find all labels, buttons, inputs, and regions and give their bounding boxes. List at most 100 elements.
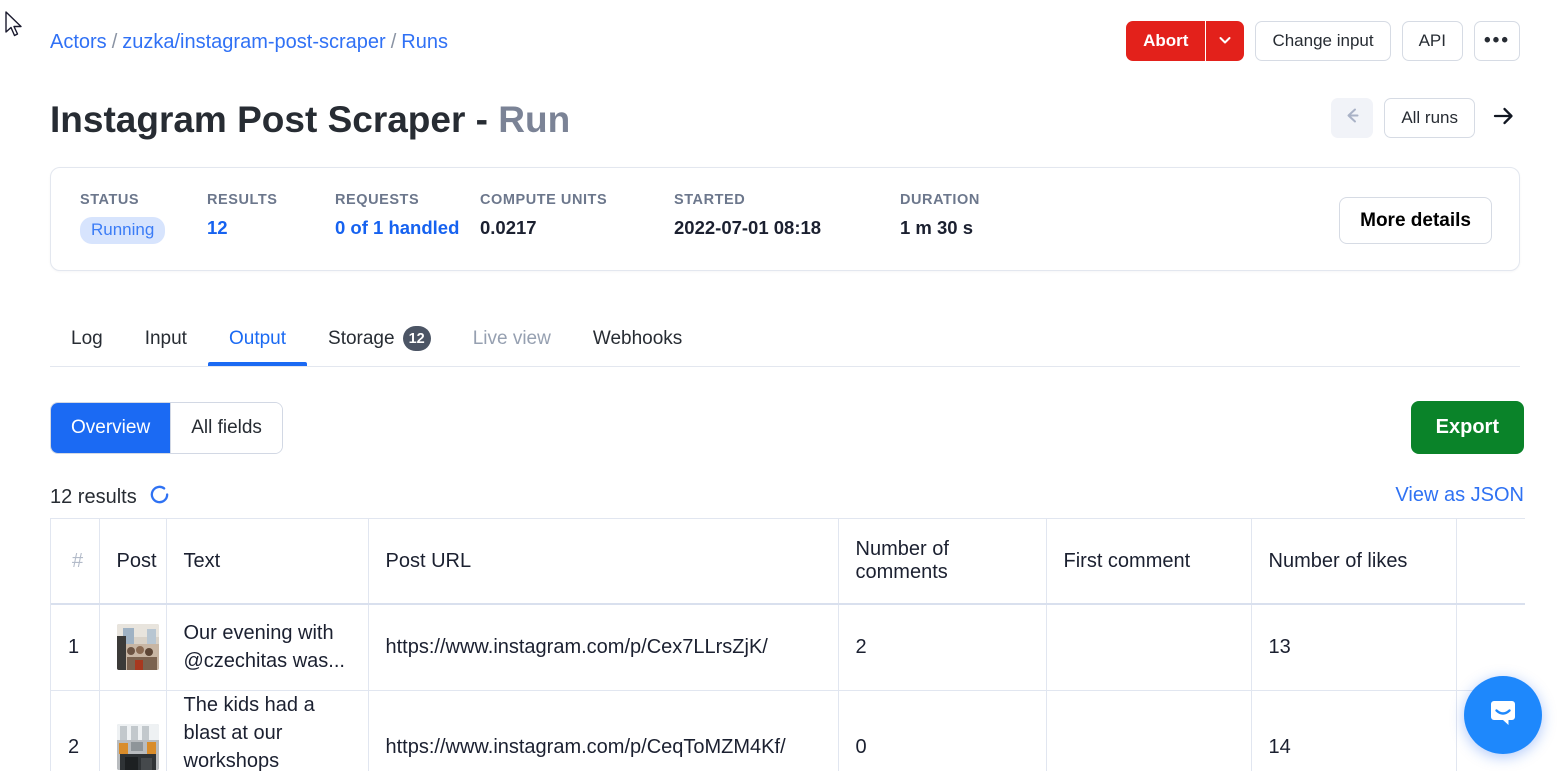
tab-live-view-label: Live view xyxy=(472,327,551,349)
tab-live-view[interactable]: Live view xyxy=(452,312,572,365)
all-runs-button[interactable]: All runs xyxy=(1384,98,1475,138)
stat-compute-units-value: 0.0217 xyxy=(480,217,537,238)
row-post-thumbnail-cell xyxy=(99,604,167,691)
results-count-row: 12 results xyxy=(50,483,171,512)
row-first-comment xyxy=(1046,690,1252,771)
row-number-of-likes: 13 xyxy=(1251,604,1457,691)
stat-duration-label: DURATION xyxy=(900,192,980,208)
abort-button[interactable]: Abort xyxy=(1126,21,1206,61)
results-table: # Post Text Post URL Number of comments … xyxy=(51,519,1525,771)
mouse-cursor xyxy=(4,10,26,45)
export-button[interactable]: Export xyxy=(1410,401,1524,454)
tab-input[interactable]: Input xyxy=(124,312,208,365)
instagram-photo-thumbnail xyxy=(116,723,159,770)
tab-webhooks-label: Webhooks xyxy=(592,327,683,349)
page-title-suffix: Run xyxy=(498,99,571,140)
tab-storage-count-badge: 12 xyxy=(402,326,431,351)
row-number-of-comments: 2 xyxy=(838,604,1047,691)
stat-results-label: RESULTS xyxy=(207,192,278,208)
api-button[interactable]: API xyxy=(1401,21,1463,61)
arrow-right-icon xyxy=(1491,104,1515,133)
stat-results-value[interactable]: 12 xyxy=(207,217,335,239)
row-text: The kids had a blast at our workshops ye… xyxy=(166,690,369,771)
change-input-button[interactable]: Change input xyxy=(1255,21,1391,61)
column-header-text: Text xyxy=(166,519,369,605)
tab-output-label: Output xyxy=(228,327,287,349)
row-index: 2 xyxy=(51,690,100,771)
view-as-json-link[interactable]: View as JSON xyxy=(1395,484,1524,507)
stat-requests-label: REQUESTS xyxy=(335,192,420,208)
stat-duration: DURATION 1 m 30 s xyxy=(900,192,1040,244)
results-table-body: 1 Our evening with @czechitas was... htt… xyxy=(51,604,1525,771)
arrow-left-icon xyxy=(1342,105,1363,131)
stat-duration-value: 1 m 30 s xyxy=(900,217,974,238)
page-title: Instagram Post Scraper - Run xyxy=(50,96,570,144)
row-number-of-comments: 0 xyxy=(838,690,1047,771)
breadcrumb-actor[interactable]: zuzka/instagram-post-scraper xyxy=(122,31,385,53)
column-header-first-comment: First comment xyxy=(1046,519,1252,605)
stat-status-value: Running xyxy=(80,217,207,244)
column-header-number-of-comments: Number of comments xyxy=(838,519,1047,605)
column-header-post: Post xyxy=(99,519,167,605)
top-bar: Actors / zuzka/instagram-post-scraper / Runs… xyxy=(0,0,1565,80)
row-first-comment xyxy=(1046,604,1252,691)
column-header-index: # xyxy=(51,519,100,605)
row-text: Our evening with @czechitas was... xyxy=(166,604,369,691)
previous-run-button[interactable] xyxy=(1331,98,1374,138)
run-detail-page: Actors / zuzka/instagram-post-scraper / Runs… xyxy=(0,0,1565,771)
breadcrumb: Actors / zuzka/instagram-post-scraper / Runs xyxy=(50,28,448,56)
view-mode-overview[interactable]: Overview xyxy=(51,403,171,453)
tab-webhooks[interactable]: Webhooks xyxy=(572,312,703,365)
view-mode-all-fields[interactable]: All fields xyxy=(170,403,282,453)
tab-storage-label: Storage xyxy=(328,327,395,349)
results-table-container[interactable]: # Post Text Post URL Number of comments … xyxy=(50,518,1525,771)
row-post-url: https://www.instagram.com/p/CeqToMZM4Kf/ xyxy=(368,690,839,771)
more-options-button[interactable]: ••• xyxy=(1474,21,1520,61)
stat-status: STATUS Running xyxy=(80,192,207,244)
status-badge: Running xyxy=(80,217,166,244)
breadcrumb-runs[interactable]: Runs xyxy=(401,31,448,53)
more-details-button[interactable]: More details xyxy=(1339,197,1492,244)
abort-button-group: Abort xyxy=(1126,21,1245,61)
stat-compute-units: COMPUTE UNITS 0.0217 xyxy=(480,192,674,244)
stat-requests-value[interactable]: 0 of 1 handled xyxy=(335,217,480,239)
row-index: 1 xyxy=(51,604,100,691)
run-navigation: All runs xyxy=(1331,98,1520,138)
column-header-extra xyxy=(1456,519,1525,605)
table-row[interactable]: 1 Our evening with @czechitas was... htt… xyxy=(51,604,1525,691)
run-status-card: STATUS Running RESULTS 12 REQUESTS 0 of … xyxy=(50,167,1520,271)
run-stats: STATUS Running RESULTS 12 REQUESTS 0 of … xyxy=(80,192,1040,244)
abort-dropdown-button[interactable] xyxy=(1205,21,1245,61)
stat-compute-units-label: COMPUTE UNITS xyxy=(480,192,608,208)
stat-requests: REQUESTS 0 of 1 handled xyxy=(335,192,480,244)
column-header-number-of-likes: Number of likes xyxy=(1251,519,1457,605)
stat-status-label: STATUS xyxy=(80,192,140,208)
next-run-button[interactable] xyxy=(1486,98,1520,138)
results-table-header: # Post Text Post URL Number of comments … xyxy=(51,519,1525,605)
page-title-dash: - xyxy=(475,99,488,140)
refresh-spinner-icon[interactable] xyxy=(148,483,171,512)
instagram-photo-thumbnail xyxy=(116,624,159,671)
tab-log-label: Log xyxy=(71,327,103,349)
row-post-url: https://www.instagram.com/p/Cex7LLrsZjK/ xyxy=(368,604,839,691)
top-action-buttons: Abort Change input API ••• xyxy=(1126,21,1520,61)
table-header-row: # Post Text Post URL Number of comments … xyxy=(51,519,1525,605)
stat-results: RESULTS 12 xyxy=(207,192,335,244)
stat-started-value: 2022-07-01 08:18 xyxy=(674,217,822,238)
breadcrumb-separator-2: / xyxy=(390,31,397,53)
column-header-post-url: Post URL xyxy=(368,519,839,605)
stat-started: STARTED 2022-07-01 08:18 xyxy=(674,192,900,244)
support-chat-button[interactable] xyxy=(1464,676,1542,754)
stat-started-label: STARTED xyxy=(674,192,746,208)
tab-storage[interactable]: Storage 12 xyxy=(307,312,452,365)
breadcrumb-actors[interactable]: Actors xyxy=(50,31,107,53)
table-row[interactable]: 2 The kids had a blast at our workshops … xyxy=(51,690,1525,771)
tab-input-label: Input xyxy=(144,327,187,349)
tab-output[interactable]: Output xyxy=(207,312,308,366)
row-post-thumbnail-cell xyxy=(99,690,167,771)
results-count-label: 12 results xyxy=(50,486,137,508)
row-number-of-likes: 14 xyxy=(1251,690,1457,771)
chevron-down-icon xyxy=(1217,32,1233,51)
view-mode-toggle: Overview All fields xyxy=(50,402,283,454)
tab-log[interactable]: Log xyxy=(50,312,124,365)
